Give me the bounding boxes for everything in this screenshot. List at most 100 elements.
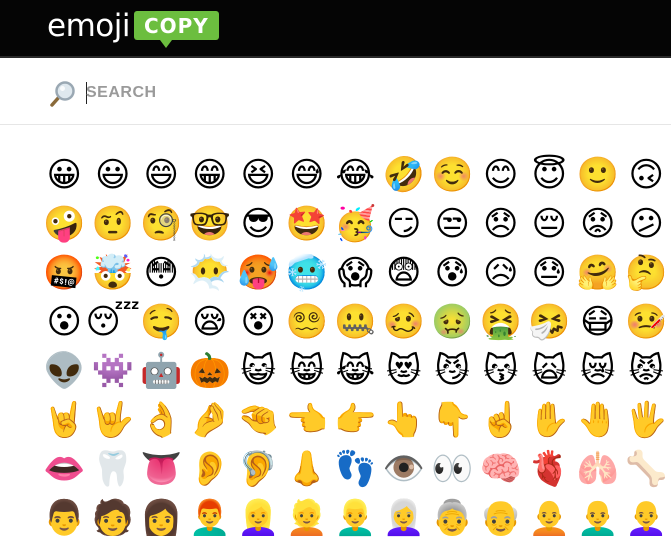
- emoji-cell[interactable]: 🧐: [137, 199, 186, 248]
- emoji-cell[interactable]: 😔: [525, 199, 574, 248]
- emoji-cell[interactable]: 😥: [477, 248, 526, 297]
- emoji-cell[interactable]: 🧠: [477, 444, 526, 493]
- emoji-cell[interactable]: 😞: [477, 199, 526, 248]
- emoji-cell[interactable]: 👽: [40, 346, 89, 395]
- emoji-cell[interactable]: 👩‍🦲: [622, 493, 671, 542]
- emoji-cell[interactable]: 👾: [89, 346, 138, 395]
- emoji-cell[interactable]: 😺: [234, 346, 283, 395]
- emoji-cell[interactable]: 🤓: [186, 199, 235, 248]
- emoji-cell[interactable]: 😱: [331, 248, 380, 297]
- emoji-cell[interactable]: 😽: [477, 346, 526, 395]
- emoji-cell[interactable]: 🦻: [234, 444, 283, 493]
- emoji-cell[interactable]: 👣: [331, 444, 380, 493]
- emoji-cell[interactable]: 👇: [428, 395, 477, 444]
- emoji-cell[interactable]: 😁: [186, 150, 235, 199]
- emoji-cell[interactable]: 😒: [428, 199, 477, 248]
- emoji-cell[interactable]: 👵: [428, 493, 477, 542]
- emoji-cell[interactable]: 👨: [40, 493, 89, 542]
- emoji-cell[interactable]: 😵: [234, 297, 283, 346]
- emoji-cell[interactable]: 🖐️: [622, 395, 671, 444]
- emoji-cell[interactable]: 🤬: [40, 248, 89, 297]
- emoji-cell[interactable]: 😵‍💫: [283, 297, 332, 346]
- emoji-cell[interactable]: 😹: [331, 346, 380, 395]
- emoji-cell[interactable]: 😪: [186, 297, 235, 346]
- emoji-cell[interactable]: 👈: [283, 395, 332, 444]
- emoji-cell[interactable]: 🤐: [331, 297, 380, 346]
- emoji-cell[interactable]: 😓: [525, 248, 574, 297]
- emoji-cell[interactable]: 🤗: [574, 248, 623, 297]
- emoji-cell[interactable]: 😅: [283, 150, 332, 199]
- search-input[interactable]: [86, 78, 586, 108]
- emoji-cell[interactable]: 😷: [574, 297, 623, 346]
- emoji-cell[interactable]: 👀: [428, 444, 477, 493]
- emoji-cell[interactable]: 🙃: [622, 150, 671, 199]
- emoji-cell[interactable]: 👩‍🦳: [380, 493, 429, 542]
- emoji-cell[interactable]: 🤮: [477, 297, 526, 346]
- emoji-cell[interactable]: 👃: [283, 444, 332, 493]
- emoji-cell[interactable]: 😻: [380, 346, 429, 395]
- emoji-cell[interactable]: 😟: [574, 199, 623, 248]
- emoji-cell[interactable]: 🎃: [186, 346, 235, 395]
- emoji-cell[interactable]: 🥶: [283, 248, 332, 297]
- emoji-cell[interactable]: 😃: [89, 150, 138, 199]
- emoji-cell[interactable]: 😕: [622, 199, 671, 248]
- emoji-cell[interactable]: 👂: [186, 444, 235, 493]
- emoji-cell[interactable]: 😂: [331, 150, 380, 199]
- emoji-cell[interactable]: 🙂: [574, 150, 623, 199]
- emoji-cell[interactable]: 🤯: [89, 248, 138, 297]
- emoji-cell[interactable]: 😮: [40, 297, 89, 346]
- emoji-cell[interactable]: 🤖: [137, 346, 186, 395]
- emoji-cell[interactable]: 👴: [477, 493, 526, 542]
- emoji-cell[interactable]: 😶‍🌫️: [186, 248, 235, 297]
- emoji-cell[interactable]: 👆: [380, 395, 429, 444]
- emoji-cell[interactable]: 🦴: [622, 444, 671, 493]
- emoji-cell[interactable]: 👱‍♀️: [234, 493, 283, 542]
- emoji-cell[interactable]: 🤏: [234, 395, 283, 444]
- emoji-cell[interactable]: 🧑: [89, 493, 138, 542]
- emoji-cell[interactable]: 🤘: [40, 395, 89, 444]
- emoji-cell[interactable]: 🧑‍🦲: [525, 493, 574, 542]
- emoji-cell[interactable]: 🫁: [574, 444, 623, 493]
- emoji-cell[interactable]: 👱‍♂️: [331, 493, 380, 542]
- emoji-cell[interactable]: 🤌: [186, 395, 235, 444]
- site-logo[interactable]: emoji COPY: [47, 8, 219, 48]
- emoji-cell[interactable]: 🥴: [380, 297, 429, 346]
- emoji-cell[interactable]: 😊: [477, 150, 526, 199]
- emoji-cell[interactable]: 😎: [234, 199, 283, 248]
- emoji-cell[interactable]: 👱: [283, 493, 332, 542]
- emoji-cell[interactable]: 👩: [137, 493, 186, 542]
- emoji-cell[interactable]: 😨: [380, 248, 429, 297]
- emoji-cell[interactable]: 👄: [40, 444, 89, 493]
- emoji-cell[interactable]: 🤤: [137, 297, 186, 346]
- emoji-cell[interactable]: 🤟: [89, 395, 138, 444]
- emoji-cell[interactable]: 😇: [525, 150, 574, 199]
- emoji-cell[interactable]: 🤣: [380, 150, 429, 199]
- emoji-cell[interactable]: 😾: [622, 346, 671, 395]
- emoji-cell[interactable]: 🥳: [331, 199, 380, 248]
- emoji-cell[interactable]: ☺️: [428, 150, 477, 199]
- emoji-cell[interactable]: 🙀: [525, 346, 574, 395]
- emoji-cell[interactable]: 🤪: [40, 199, 89, 248]
- emoji-cell[interactable]: 👁️: [380, 444, 429, 493]
- emoji-cell[interactable]: 🥵: [234, 248, 283, 297]
- emoji-cell[interactable]: 👌: [137, 395, 186, 444]
- emoji-cell[interactable]: 👅: [137, 444, 186, 493]
- emoji-cell[interactable]: 😳: [137, 248, 186, 297]
- emoji-cell[interactable]: 😸: [283, 346, 332, 395]
- emoji-cell[interactable]: 👉: [331, 395, 380, 444]
- emoji-cell[interactable]: 🫀: [525, 444, 574, 493]
- emoji-cell[interactable]: 😏: [380, 199, 429, 248]
- emoji-cell[interactable]: 🦷: [89, 444, 138, 493]
- emoji-cell[interactable]: 😼: [428, 346, 477, 395]
- emoji-cell[interactable]: 😄: [137, 150, 186, 199]
- emoji-cell[interactable]: ✋: [525, 395, 574, 444]
- emoji-cell[interactable]: 😴: [85, 297, 140, 346]
- emoji-cell[interactable]: 🤨: [89, 199, 138, 248]
- emoji-cell[interactable]: 🤒: [622, 297, 671, 346]
- emoji-cell[interactable]: 😀: [40, 150, 89, 199]
- emoji-cell[interactable]: 😿: [574, 346, 623, 395]
- emoji-cell[interactable]: 👨‍🦰: [186, 493, 235, 542]
- emoji-cell[interactable]: 🤩: [283, 199, 332, 248]
- emoji-cell[interactable]: 🤚: [574, 395, 623, 444]
- emoji-cell[interactable]: ☝️: [477, 395, 526, 444]
